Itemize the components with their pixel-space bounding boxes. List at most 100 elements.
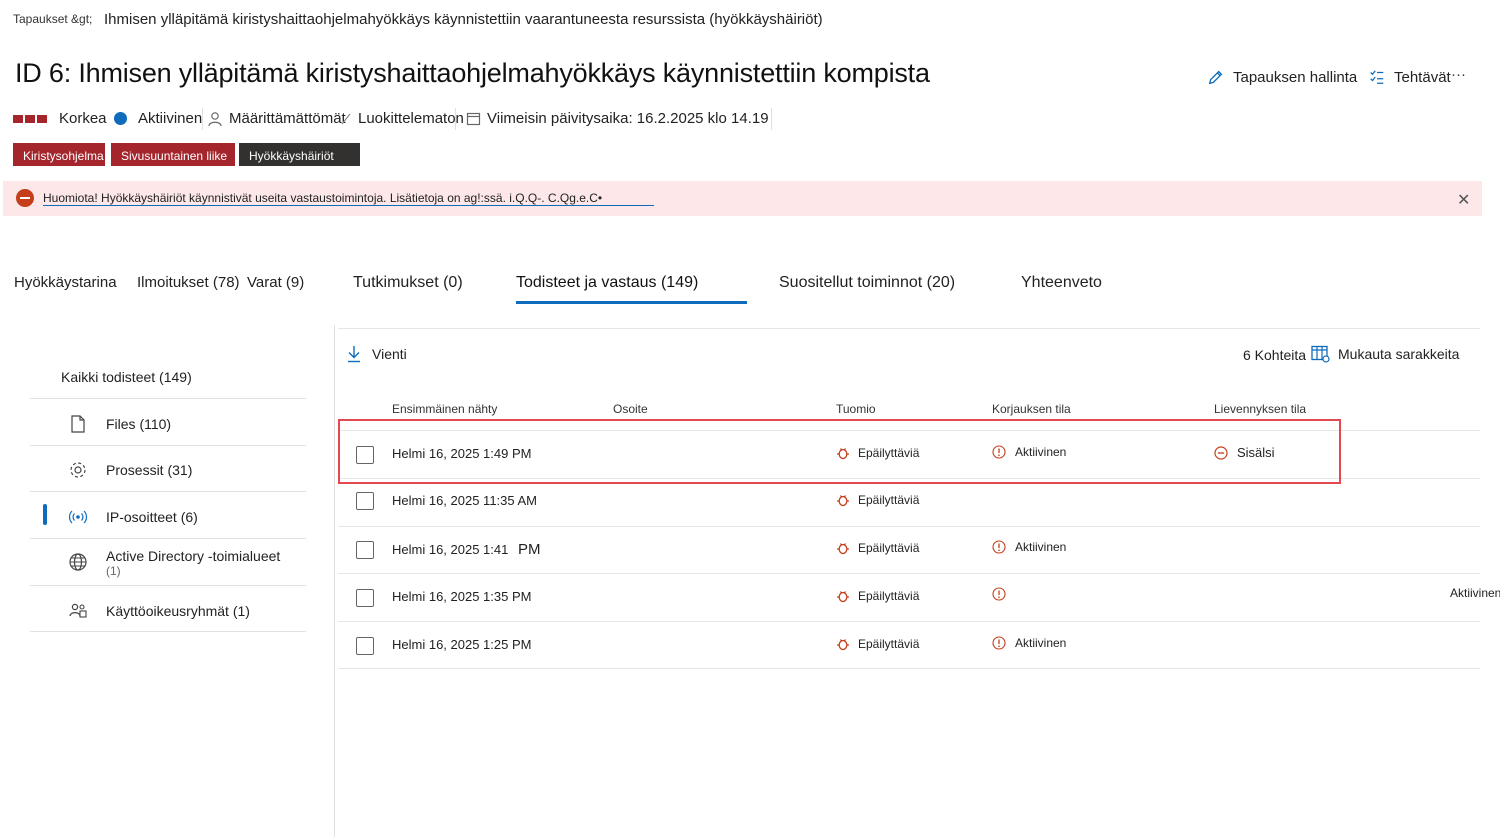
nav-divider [30,631,306,632]
status-dot-icon [114,112,127,125]
manage-incident-button[interactable]: Tapauksen hallinta [1207,68,1357,86]
tab-summary[interactable]: Yhteenveto [1021,274,1102,292]
evidence-nav-label: IP-osoitteet (6) [106,509,198,525]
breadcrumb-current: Ihmisen ylläpitämä kiristyshaittaohjelma… [104,11,823,28]
customize-columns-label: Mukauta sarakkeita [1338,346,1460,362]
export-button[interactable]: Vienti [346,345,407,363]
row-highlight [338,419,1341,484]
calendar-icon [466,112,481,126]
verdict-label: Epäilyttäviä [858,589,920,603]
row-checkbox[interactable] [356,541,374,559]
column-header-mitigation-status[interactable]: Lievennyksen tila [1214,402,1306,416]
last-updated: Viimeisin päivitysaika: 16.2.2025 klo 14… [466,110,769,127]
meta-divider [455,108,456,130]
first-seen-cell: Helmi 16, 2025 1:41 PM [392,541,540,558]
remediation-status-label: Aktiivinen [1015,636,1067,650]
tab-investigations[interactable]: Tutkimukset (0) [353,274,463,292]
close-icon[interactable]: ✕ [1457,190,1470,210]
remediation-status-cell: Aktiivinen [992,636,1066,650]
last-updated-label: Viimeisin päivitysaika: 16.2.2025 klo 14… [487,110,769,127]
column-header-verdict[interactable]: Tuomio [836,402,876,416]
globe-icon [69,553,87,571]
broadcast-icon [68,510,88,524]
classification[interactable]: Luokittelematon [340,110,464,127]
row-checkbox[interactable] [356,589,374,607]
active-tab-indicator [516,301,747,304]
tab-attack-story[interactable]: Hyökkäystarina [14,274,117,291]
bug-icon [837,543,849,555]
all-evidence-item[interactable]: Kaikki todisteet (149) [61,369,192,385]
evidence-nav-label: Active Directory -toimialueet [106,548,281,564]
evidence-nav-processes[interactable]: Prosessit (31) [68,460,192,480]
manage-incident-label: Tapauksen hallinta [1233,68,1358,86]
evidence-nav-files[interactable]: Files (110) [68,414,171,434]
evidence-nav-label: Käyttöoikeusryhmät (1) [106,603,250,619]
warning-circle-icon [992,540,1006,554]
row-checkbox[interactable] [356,492,374,510]
row-divider [338,668,1480,669]
assignee-label: Määrittämättömät [229,110,346,127]
first-seen-date: Helmi 16, 2025 1:41 [392,542,509,557]
breadcrumb-root[interactable]: Tapaukset &gt; [13,12,92,26]
verdict-cell: Epäilyttäviä [836,493,919,507]
export-label: Vienti [372,346,407,362]
remediation-status-cell [992,587,1015,601]
tasks-label: Tehtävät [1394,68,1451,86]
warning-circle-icon [992,636,1006,650]
severity: Korkea [13,110,107,127]
evidence-nav-ip-addresses[interactable]: IP-osoitteet (6) [68,507,198,527]
verdict-label: Epäilyttäviä [858,637,920,651]
nav-divider [30,445,306,446]
warning-circle-icon [992,587,1006,601]
tab-alerts[interactable]: Ilmoitukset (78) [137,274,240,291]
verdict-label: Epäilyttäviä [858,493,920,507]
tab-evidence-response[interactable]: Todisteet ja vastaus (149) [516,274,698,292]
row-divider [338,573,1480,574]
tab-assets[interactable]: Varat (9) [247,274,304,291]
row-checkbox[interactable] [356,637,374,655]
column-header-first-seen[interactable]: Ensimmäinen nähty [392,402,497,416]
tag-lateral-movement[interactable]: Sivusuuntainen liike [111,143,235,166]
tag-ransomware[interactable]: Kiristysohjelma [13,143,105,166]
customize-columns-button[interactable]: Mukauta sarakkeita [1311,345,1459,363]
meta-divider [202,108,203,130]
column-header-address[interactable]: Osoite [613,402,648,416]
column-header-remediation-status[interactable]: Korjauksen tila [992,402,1071,416]
tab-recommended-actions[interactable]: Suositellut toiminnot (20) [779,274,955,292]
evidence-nav-security-groups[interactable]: Käyttöoikeusryhmät (1) [68,601,250,621]
evidence-nav-label: Prosessit (31) [106,462,193,478]
nav-divider [30,538,306,539]
bug-icon [837,591,849,603]
nav-divider [30,491,306,492]
row-divider [338,526,1480,527]
task-list-icon [1370,70,1384,84]
status-label: Aktiivinen [138,110,203,127]
remediation-status-cell: Aktiivinen [992,540,1066,554]
file-icon [71,415,85,433]
evidence-nav-label: Files (110) [106,416,172,432]
tag-attack-disruption[interactable]: Hyökkäyshäiriöt [239,143,360,166]
bug-icon [837,639,849,651]
more-options-button[interactable]: ··· [1451,66,1466,83]
evidence-nav-ad-domains[interactable]: Active Directory -toimialueet (1) [68,548,280,579]
toolbar-divider [338,328,1480,329]
error-icon [16,189,34,207]
gear-icon [70,462,86,478]
active-nav-indicator [43,504,47,525]
page-title: ID 6: Ihmisen ylläpitämä kiristyshaittao… [15,58,930,88]
person-icon [208,111,222,126]
nav-divider [30,398,306,399]
download-icon [348,346,360,363]
severity-label: Korkea [59,110,107,127]
panel-divider [334,325,335,837]
classification-label: Luokittelematon [358,110,464,127]
bug-icon [837,495,849,507]
alert-banner-text: Huomiota! Hyökkäyshäiriöt käynnistivät u… [43,191,655,206]
severity-icon [13,114,47,123]
nav-divider [30,585,306,586]
verdict-cell: Epäilyttäviä [836,589,919,603]
first-seen-suffix: PM [517,541,541,558]
assignee[interactable]: Määrittämättömät [207,110,346,127]
tasks-button[interactable]: Tehtävät [1368,68,1451,86]
user-group-icon [69,603,87,618]
